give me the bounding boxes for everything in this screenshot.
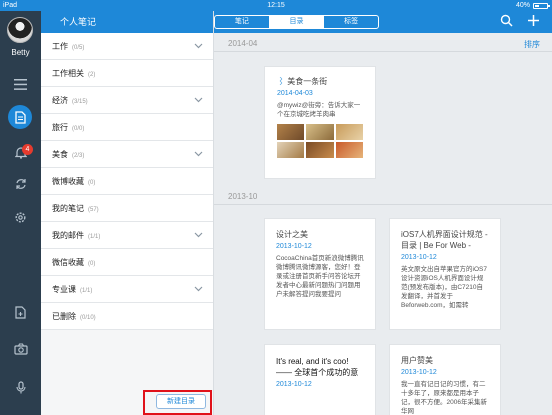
bell-icon[interactable]: 4 — [0, 140, 41, 164]
settings-icon[interactable] — [0, 205, 41, 229]
category-label: 旅行 — [52, 123, 68, 132]
note-date: 2013-10-12 — [276, 243, 312, 250]
category-title: 个人笔记 — [41, 11, 213, 33]
note-title: It's real, and it's coo! —— 全球首个成功的意 — [276, 357, 359, 377]
category-count: (0/10) — [80, 315, 96, 321]
divider — [214, 51, 552, 52]
chevron-down-icon[interactable] — [194, 87, 203, 114]
category-label: 我的笔记 — [52, 204, 84, 213]
search-icon[interactable] — [500, 14, 513, 31]
category-item[interactable]: 工作 (0/5) — [41, 33, 213, 60]
category-label: 微博收藏 — [52, 177, 84, 186]
section-label: 2013-10 — [228, 192, 258, 201]
add-icon[interactable] — [527, 14, 540, 31]
category-item[interactable]: 专业课 (1/1) — [41, 276, 213, 303]
main-panel: 笔记 目录 标签 2014-04 排序 2013-10 ⌇ 美食一条街 2014… — [214, 11, 552, 415]
note-card[interactable]: 用户赞美 2013-10-12 我一直有记日记的习惯，有二十多年了，原来都是用本… — [389, 344, 501, 415]
category-label: 我的邮件 — [52, 231, 84, 240]
category-item[interactable]: 微博收藏 (0) — [41, 168, 213, 195]
chevron-down-icon[interactable] — [194, 276, 203, 303]
category-count: (1/1) — [88, 234, 101, 240]
note-card[interactable]: 设计之美 2013-10-12 CocoaChina首页新浪微博腾讯微博腾讯微博… — [264, 218, 376, 330]
category-list: 工作 (0/5) 工作相关 (2) 经济 (3/15) 旅行 (0/0) 美食 (2/3) 微博收藏… — [41, 33, 213, 330]
view-segmented-control: 笔记 目录 标签 — [214, 15, 379, 29]
note-title: 用户赞美 — [401, 356, 433, 365]
notification-badge: 4 — [22, 144, 33, 155]
microphone-icon[interactable] — [0, 375, 41, 399]
sync-icon[interactable] — [0, 172, 41, 196]
new-folder-button[interactable]: 新建目录 — [156, 394, 206, 409]
tab-tags[interactable]: 标签 — [324, 16, 378, 28]
category-item[interactable]: 经济 (3/15) — [41, 87, 213, 114]
chevron-down-icon[interactable] — [194, 141, 203, 168]
note-title: ⌇ 美食一条街 — [277, 76, 363, 87]
new-note-icon[interactable] — [0, 300, 41, 324]
attachment-icon: ⌇ — [277, 77, 285, 86]
chevron-down-icon[interactable] — [194, 222, 203, 249]
category-count: (1/1) — [80, 288, 93, 294]
category-label: 美食 — [52, 150, 68, 159]
section-label: 2014-04 — [228, 39, 258, 48]
main-header: 笔记 目录 标签 — [214, 11, 552, 33]
battery-percent: 40% — [515, 2, 530, 9]
note-excerpt: CocoaChina首页新浪微博腾讯微博腾讯微博源客，您好！登录或注册首页新手问… — [276, 255, 364, 298]
note-excerpt: @mywiz@街旁：告诉大家一个在京城吃烤羊肉串 — [277, 102, 361, 118]
category-label: 专业课 — [52, 285, 76, 294]
photo-thumbnail — [306, 142, 334, 158]
left-rail: Betty 4 — [0, 11, 41, 415]
divider — [214, 204, 552, 205]
note-card[interactable]: ⌇ 美食一条街 2014-04-03 @mywiz@街旁：告诉大家一个在京城吃烤… — [264, 66, 376, 179]
menu-icon[interactable] — [0, 72, 41, 96]
note-title: 设计之美 — [276, 230, 308, 239]
category-item[interactable]: 旅行 (0/0) — [41, 114, 213, 141]
category-label: 工作相关 — [52, 69, 84, 78]
category-count: (2) — [88, 72, 96, 78]
category-count: (2/3) — [72, 153, 85, 159]
category-panel: 个人笔记 工作 (0/5) 工作相关 (2) 经济 (3/15) 旅行 (0/0) 美食 (2/3… — [41, 11, 214, 415]
category-label: 工作 — [52, 42, 68, 51]
category-item[interactable]: 我的笔记 (57) — [41, 195, 213, 222]
username: Betty — [11, 48, 30, 57]
status-bar: iPad 12:15 40% — [0, 0, 552, 11]
category-count: (57) — [88, 207, 99, 213]
clock: 12:15 — [267, 2, 285, 9]
battery-icon — [533, 3, 550, 9]
tab-folders[interactable]: 目录 — [269, 16, 325, 28]
category-count: (0/5) — [72, 45, 85, 51]
photo-thumbnail — [335, 124, 363, 140]
chevron-down-icon[interactable] — [194, 33, 203, 60]
avatar[interactable] — [7, 17, 33, 43]
category-count: (0) — [88, 261, 96, 267]
category-count: (3/15) — [72, 99, 88, 105]
category-count: (0/0) — [72, 126, 85, 132]
category-label: 经济 — [52, 96, 68, 105]
category-item[interactable]: 工作相关 (2) — [41, 60, 213, 87]
photo-thumbnail — [277, 142, 305, 158]
category-label: 已删除 — [52, 312, 76, 321]
photo-thumbnail — [277, 124, 305, 140]
tab-notes[interactable]: 笔记 — [215, 16, 270, 28]
note-title-text: 美食一条街 — [287, 77, 328, 86]
category-item[interactable]: 已删除 (0/10) — [41, 303, 213, 330]
category-label: 微信收藏 — [52, 258, 84, 267]
photo-thumbnail — [335, 142, 363, 158]
category-count: (0) — [88, 180, 96, 186]
note-card[interactable]: It's real, and it's coo! —— 全球首个成功的意 201… — [264, 344, 376, 415]
category-item[interactable]: 美食 (2/3) — [41, 141, 213, 168]
category-item[interactable]: 微信收藏 (0) — [41, 249, 213, 276]
note-excerpt: 英文原文出自苹果官方的iOS7设计资源iOS人机界面设计规范(预发布版本)，由C… — [401, 266, 487, 309]
note-title: iOS7人机界面设计规范 - 目录 | Be For Web - — [401, 230, 488, 250]
note-date: 2014-04-03 — [277, 90, 313, 97]
photo-thumbnail — [306, 124, 334, 140]
notes-icon[interactable] — [8, 105, 32, 129]
note-date: 2013-10-12 — [401, 369, 437, 376]
note-card[interactable]: iOS7人机界面设计规范 - 目录 | Be For Web - 2013-10… — [389, 218, 501, 330]
note-excerpt: 我一直有记日记的习惯，有二十多年了，原来都是用本子记，很不方便。2006年采集新… — [401, 381, 487, 415]
photo-grid — [277, 124, 363, 158]
sort-button[interactable]: 排序 — [524, 39, 540, 50]
camera-icon[interactable] — [0, 337, 41, 361]
note-date: 2013-10-12 — [276, 381, 312, 388]
note-date: 2013-10-12 — [401, 254, 437, 261]
category-item[interactable]: 我的邮件 (1/1) — [41, 222, 213, 249]
